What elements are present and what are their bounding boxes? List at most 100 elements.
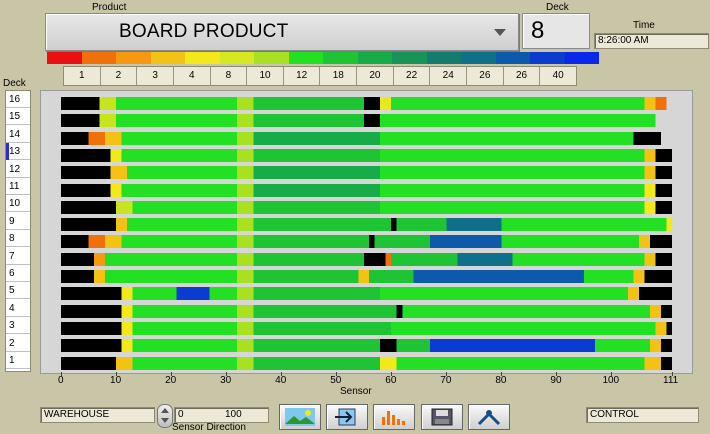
deck-value: 8: [531, 17, 545, 44]
color-scale-value: 24: [430, 67, 468, 85]
color-swatch: [461, 52, 496, 64]
bar-chart-button[interactable]: [373, 404, 415, 430]
color-scale-values: 1 2 3 4 8 10 12 18 20 22 24 26 26 40: [63, 66, 577, 86]
arrow-right-icon: [335, 408, 356, 426]
deck-display: 8: [522, 13, 590, 49]
bar-chart-icon: [382, 411, 405, 425]
forward-button[interactable]: [326, 404, 368, 430]
deck-row-bar: [61, 339, 672, 353]
color-scale-value: 8: [211, 67, 248, 85]
deck-row-bar: [61, 252, 672, 266]
deck-row-bar: [61, 200, 672, 214]
sensor-min: 0: [178, 409, 184, 420]
deck-row-bar: [61, 287, 672, 301]
color-swatch: [81, 52, 116, 64]
deck-list-item[interactable]: 16: [6, 91, 30, 108]
deck-list-item[interactable]: 13: [6, 143, 30, 161]
product-select[interactable]: BOARD PRODUCT: [45, 13, 519, 51]
deck-row-bar: [61, 235, 672, 249]
deck-row-bar: [61, 131, 672, 145]
color-scale-value: 20: [357, 67, 394, 85]
color-swatch: [219, 52, 254, 64]
x-tick-label: 50: [330, 375, 342, 386]
mode-display: CONTROL: [586, 407, 699, 423]
landscape-button[interactable]: [279, 404, 321, 430]
color-scale-value: 10: [247, 67, 284, 85]
sensor-max: 100: [225, 409, 242, 420]
deck-list-item[interactable]: 15: [6, 108, 30, 126]
x-axis-label: Sensor: [340, 386, 372, 397]
deck-list-item[interactable]: 5: [6, 282, 30, 300]
color-swatch: [564, 52, 599, 64]
color-scale: [47, 52, 599, 64]
deck-list-label: Deck: [3, 78, 26, 89]
deck-list-item[interactable]: 9: [6, 213, 30, 230]
arrow-up-icon[interactable]: [161, 408, 169, 413]
location-display: WAREHOUSE: [40, 407, 155, 423]
tools-button[interactable]: [468, 404, 510, 430]
deck-row-bar: [61, 183, 672, 197]
deck-list-item[interactable]: 6: [6, 265, 30, 282]
deck-list-item[interactable]: 3: [6, 317, 30, 335]
color-scale-value: 26: [467, 67, 504, 85]
deck-row-bar: [61, 321, 672, 335]
color-swatch: [426, 52, 461, 64]
color-swatch: [254, 52, 289, 64]
save-icon: [431, 408, 453, 426]
x-tick-label: 111: [663, 375, 679, 386]
save-button[interactable]: [421, 404, 463, 430]
x-tick-label: 30: [220, 375, 232, 386]
deck-list-item[interactable]: 14: [6, 126, 30, 143]
chevron-down-icon[interactable]: [494, 29, 506, 36]
arrow-down-icon[interactable]: [161, 418, 169, 423]
color-swatch: [116, 52, 151, 64]
color-swatch: [288, 52, 323, 64]
deck-row-bar: [61, 218, 672, 232]
x-tick-label: 20: [165, 375, 177, 386]
color-swatch: [495, 52, 530, 64]
x-tick-label: 0: [58, 375, 64, 386]
deck-row-bar: [61, 270, 672, 283]
deck-row-bar: [61, 148, 672, 162]
deck-list-item[interactable]: 7: [6, 248, 30, 265]
sensor-direction-spinner[interactable]: [157, 404, 173, 428]
color-swatch: [357, 52, 392, 64]
color-scale-value: 4: [174, 67, 211, 85]
x-tick-label: 70: [440, 375, 452, 386]
color-swatch: [185, 52, 220, 64]
color-scale-value: 18: [320, 67, 358, 85]
landscape-icon: [285, 408, 315, 426]
selected-indicator: [6, 143, 9, 161]
deck-list[interactable]: 16 15 14 13 12 11 10 9 8 7 6 5 4 3 2 1: [5, 90, 31, 372]
color-swatch: [323, 52, 358, 64]
x-tick-label: 10: [110, 375, 122, 386]
color-scale-value: 22: [394, 67, 431, 85]
deck-row-bar: [61, 304, 672, 318]
sensor-range-display: 0 100: [174, 407, 269, 423]
color-swatch: [150, 52, 185, 64]
deck-list-item[interactable]: 10: [6, 195, 30, 213]
deck-list-item[interactable]: 4: [6, 300, 30, 317]
deck-list-item[interactable]: 12: [6, 161, 30, 178]
color-scale-value: 2: [101, 67, 138, 85]
deck-row-bar: [61, 356, 672, 370]
time-label: Time: [633, 20, 655, 31]
color-scale-value: 12: [284, 67, 321, 85]
x-tick-label: 60: [385, 375, 397, 386]
sensor-direction-label: Sensor Direction: [172, 422, 246, 433]
deck-row-bar: [61, 114, 672, 128]
deck-list-item[interactable]: 2: [6, 335, 30, 352]
product-value: BOARD PRODUCT: [119, 21, 289, 42]
color-swatch: [392, 52, 427, 64]
color-scale-value: 3: [137, 67, 174, 85]
tools-icon: [477, 410, 501, 426]
deck-list-item[interactable]: 1: [6, 352, 30, 369]
color-swatch: [530, 52, 565, 64]
deck-list-item[interactable]: 8: [6, 230, 30, 248]
sensor-heatmap: [40, 90, 693, 374]
time-display: 8:26:00 AM: [594, 33, 709, 49]
color-swatch: [47, 52, 82, 64]
product-label: Product: [92, 2, 127, 13]
deck-list-item[interactable]: 11: [6, 178, 30, 195]
x-tick-label: 40: [275, 375, 287, 386]
